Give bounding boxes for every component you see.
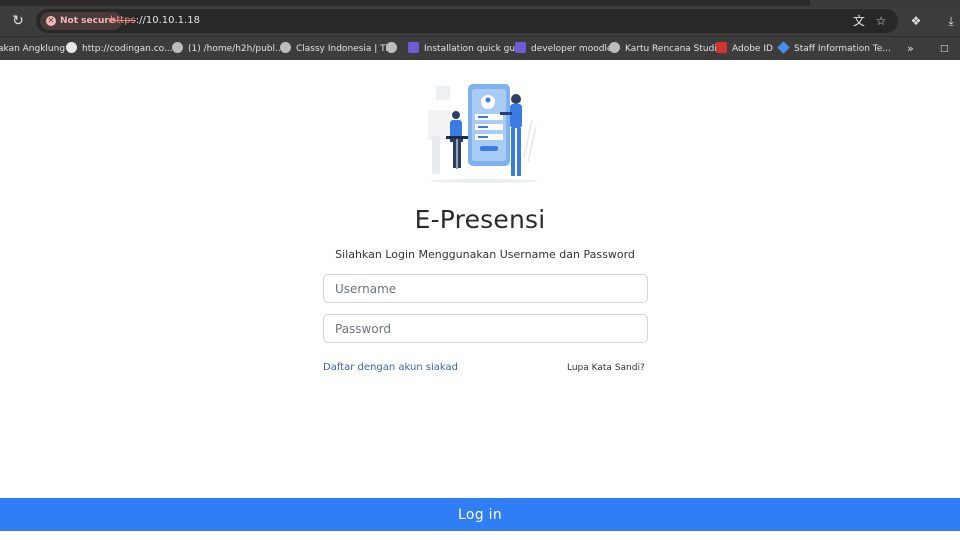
globe-icon bbox=[172, 42, 183, 53]
download-icon[interactable]: ⤓ bbox=[944, 14, 958, 28]
forgot-password-link[interactable]: Lupa Kata Sandi? bbox=[567, 363, 645, 373]
translate-icon[interactable]: 文 bbox=[852, 14, 866, 28]
extensions-icon[interactable]: ❖ bbox=[909, 14, 923, 28]
register-link[interactable]: Daftar dengan akun siakad bbox=[323, 362, 458, 373]
moodle-icon bbox=[408, 42, 419, 53]
browser-toolbar: ↻ ✕ Not secure https://10.10.1.18 文 ☆ ❖ … bbox=[0, 6, 960, 36]
username-input[interactable] bbox=[323, 274, 648, 303]
bookmark-item[interactable]: developer moodle bbox=[515, 41, 612, 57]
globe-icon bbox=[386, 42, 397, 53]
login-illustration bbox=[428, 84, 538, 183]
bookmarks-bar: akan Angklung http://codingan.co... (1) … bbox=[0, 36, 960, 60]
login-button[interactable]: Log in bbox=[0, 498, 960, 531]
globe-icon bbox=[280, 42, 291, 53]
login-subtitle: Silahkan Login Menggunakan Username dan … bbox=[335, 248, 635, 261]
url-host: ://10.10.1.18 bbox=[135, 15, 200, 26]
globe-icon bbox=[609, 42, 620, 53]
bookmark-item[interactable]: Adobe ID bbox=[716, 41, 773, 57]
security-chip-label: Not secure bbox=[60, 16, 115, 26]
adobe-icon bbox=[716, 42, 727, 53]
bookmark-item[interactable]: Installation quick gu... bbox=[408, 41, 524, 57]
bookmark-item[interactable]: Staff Information Te... bbox=[777, 41, 891, 57]
folder-icon[interactable]: □ bbox=[940, 41, 949, 57]
bookmarks-overflow-button[interactable]: » bbox=[907, 41, 914, 57]
password-input[interactable] bbox=[323, 314, 648, 343]
page-title: E-Presensi bbox=[414, 205, 546, 234]
moodle-icon bbox=[515, 42, 526, 53]
address-bar[interactable]: ✕ Not secure https://10.10.1.18 文 ☆ bbox=[36, 9, 898, 33]
warning-icon: ✕ bbox=[46, 16, 56, 26]
star-icon[interactable]: ☆ bbox=[874, 14, 888, 28]
codingan-icon bbox=[66, 42, 77, 53]
reload-icon[interactable]: ↻ bbox=[10, 13, 26, 29]
url-scheme: https bbox=[110, 15, 136, 26]
bookmark-item[interactable] bbox=[386, 41, 402, 57]
bookmark-item[interactable]: http://codingan.co... bbox=[66, 41, 173, 57]
bookmark-item[interactable]: (1) /home/h2h/publ... bbox=[172, 41, 284, 57]
bookmark-item[interactable]: Classy Indonesia | Ti... bbox=[280, 41, 396, 57]
staff-icon bbox=[777, 41, 790, 54]
bookmark-item[interactable]: akan Angklung bbox=[0, 41, 65, 57]
bookmark-item[interactable]: Kartu Rencana Studi... bbox=[609, 41, 725, 57]
url-text[interactable]: https://10.10.1.18 bbox=[110, 9, 200, 33]
